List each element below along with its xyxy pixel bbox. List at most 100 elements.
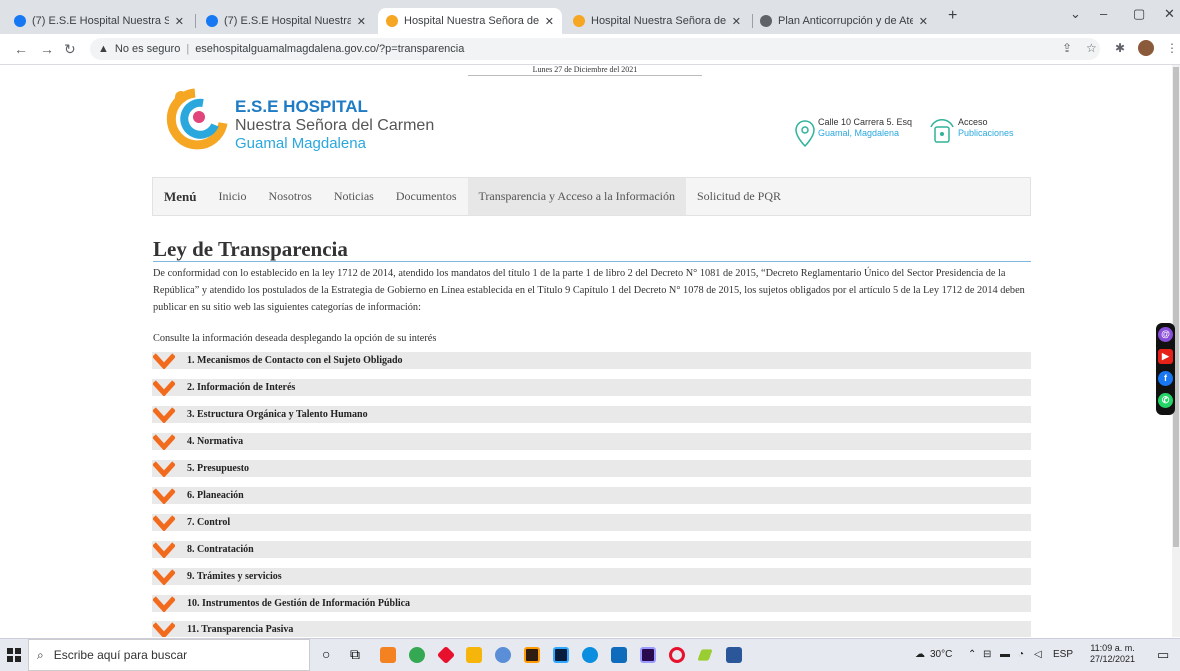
chevron-down-icon — [153, 569, 175, 585]
browser-tab[interactable]: Hospital Nuestra Señora del Carm ✕ — [378, 8, 562, 34]
back-icon[interactable]: ← — [14, 41, 28, 57]
word-icon[interactable] — [726, 647, 742, 663]
address-line2: Guamal, Magdalena — [818, 128, 900, 138]
tab-close-icon[interactable]: ✕ — [545, 15, 554, 28]
date-banner: Lunes 27 de Diciembre del 2021 — [468, 65, 702, 76]
weather-icon[interactable]: ☁ — [915, 649, 925, 660]
accordion-item[interactable]: 8. Contratación — [152, 541, 1031, 558]
accordion-item[interactable]: 3. Estructura Orgánica y Talento Humano — [152, 406, 1031, 423]
store-icon[interactable] — [611, 647, 627, 663]
address-bar[interactable]: ▲ No es seguro | esehospitalguamalmagdal… — [90, 38, 1100, 60]
notifications-icon[interactable]: ▭ — [1157, 647, 1169, 663]
menu-item[interactable]: Noticias — [323, 178, 385, 215]
network-icon[interactable]: ⊟ — [983, 649, 991, 660]
accordion-item[interactable]: 5. Presupuesto — [152, 460, 1031, 477]
hospital-logo[interactable]: E.S.E HOSPITAL Nuestra Señora del Carmen… — [165, 85, 465, 155]
security-label[interactable]: No es seguro — [115, 43, 180, 55]
social-floating-bar: @ ▶ f ✆ — [1156, 323, 1175, 415]
tab-close-icon[interactable]: ✕ — [175, 15, 184, 28]
windows-start-icon[interactable] — [7, 648, 21, 662]
app-icon-2[interactable] — [697, 649, 713, 661]
cortana-icon[interactable]: ○ — [322, 646, 338, 662]
tab-close-icon[interactable]: ✕ — [732, 15, 741, 28]
close-window-button[interactable]: ✕ — [1164, 6, 1175, 22]
url-text[interactable]: esehospitalguamalmagdalena.gov.co/?p=tra… — [195, 43, 464, 55]
chevron-down-icon — [153, 488, 175, 504]
wifi-icon[interactable]: ◔ — [1018, 649, 1024, 660]
chrome-icon[interactable] — [409, 647, 425, 663]
premiere-icon[interactable] — [640, 647, 656, 663]
accordion-item[interactable]: 1. Mecanismos de Contacto con el Sujeto … — [152, 352, 1031, 369]
accordion-item[interactable]: 9. Trámites y servicios — [152, 568, 1031, 585]
tab-favicon-icon — [760, 15, 772, 27]
scrollbar-thumb[interactable] — [1173, 67, 1179, 547]
illustrator-icon[interactable] — [524, 647, 540, 663]
browser-tab[interactable]: Hospital Nuestra Señora del Carm ✕ — [565, 8, 749, 34]
taskbar-search-box[interactable]: ⌕ Escribe aquí para buscar — [28, 639, 310, 671]
menu-item[interactable]: Documentos — [385, 178, 468, 215]
accordion-label: 1. Mecanismos de Contacto con el Sujeto … — [187, 355, 403, 366]
opera-icon[interactable] — [669, 647, 685, 663]
accordion-item[interactable]: 10. Instrumentos de Gestión de Informaci… — [152, 595, 1031, 612]
menu-item[interactable]: Solicitud de PQR — [686, 178, 792, 215]
tab-close-icon[interactable]: ✕ — [357, 15, 366, 28]
reload-icon[interactable]: ↻ — [64, 41, 76, 58]
new-tab-button[interactable]: + — [948, 7, 957, 25]
menu-item[interactable]: Nosotros — [258, 178, 323, 215]
forward-icon[interactable]: → — [40, 41, 54, 57]
browser-tab[interactable]: (7) E.S.E Hospital Nuestra Señora ✕ — [6, 8, 192, 34]
search-icon: ⌕ — [37, 647, 44, 662]
facebook-icon[interactable]: f — [1158, 371, 1173, 386]
taskbar-search-placeholder: Escribe aquí para buscar — [53, 648, 188, 662]
tab-close-icon[interactable]: ✕ — [919, 15, 928, 28]
location-pin-icon — [795, 120, 815, 148]
accordion-item[interactable]: 6. Planeación — [152, 487, 1031, 504]
warning-icon[interactable]: ▲ — [98, 43, 109, 55]
edge-icon[interactable] — [582, 647, 598, 663]
menu-item[interactable]: Inicio — [208, 178, 258, 215]
browser-tab[interactable]: (7) E.S.E Hospital Nuestra Señora ✕ — [198, 8, 374, 34]
accordion-item[interactable]: 7. Control — [152, 514, 1031, 531]
menu-item[interactable]: Transparencia y Acceso a la Información — [467, 178, 686, 215]
browser-tab[interactable]: Plan Anticorrupción y de Atenció ✕ — [752, 8, 936, 34]
photoshop-icon[interactable] — [553, 647, 569, 663]
logo-subtitle: Nuestra Señora del Carmen — [235, 117, 435, 134]
tab-title: Plan Anticorrupción y de Atenció — [778, 15, 913, 27]
title-divider — [153, 261, 1031, 262]
tab-strip: (7) E.S.E Hospital Nuestra Señora✕(7) E.… — [0, 0, 1180, 34]
tab-search-icon[interactable]: ⌄ — [1070, 6, 1081, 22]
vlc-icon[interactable] — [380, 647, 396, 663]
accordion-item[interactable]: 2. Información de Interés — [152, 379, 1031, 396]
tab-favicon-icon — [14, 15, 26, 27]
whatsapp-icon[interactable]: ✆ — [1158, 393, 1173, 408]
tab-title: Hospital Nuestra Señora del Carm — [404, 15, 539, 27]
anydesk-icon[interactable] — [436, 645, 456, 665]
consult-text: Consulte la información deseada desplega… — [153, 333, 437, 344]
accordion-item[interactable]: 4. Normativa — [152, 433, 1031, 450]
bookmark-star-icon[interactable]: ☆ — [1086, 41, 1097, 55]
task-view-icon[interactable]: ⧉ — [350, 646, 366, 662]
share-icon[interactable]: ⇪ — [1062, 41, 1072, 55]
weather-temp[interactable]: 30°C — [930, 649, 952, 660]
clock-date: 27/12/2021 — [1090, 654, 1136, 664]
profile-avatar[interactable] — [1138, 40, 1154, 56]
tray-chevron-icon[interactable]: ⌃ — [968, 649, 976, 660]
address-toolbar: ← → ↻ ▲ No es seguro | esehospitalguamal… — [0, 34, 1180, 65]
email-icon[interactable]: @ — [1158, 327, 1173, 342]
taskbar-clock[interactable]: 11:09 a. m. 27/12/2021 — [1090, 643, 1135, 665]
maximize-button[interactable]: ▢ — [1133, 6, 1145, 22]
file-explorer-icon[interactable] — [466, 647, 482, 663]
language-indicator[interactable]: ESP — [1053, 649, 1073, 660]
app-icon[interactable] — [495, 647, 511, 663]
battery-icon[interactable]: ▬ — [1000, 649, 1010, 660]
volume-icon[interactable]: ◁ — [1034, 649, 1042, 660]
minimize-button[interactable]: – — [1100, 6, 1107, 21]
chrome-menu-icon[interactable]: ⋮ — [1166, 41, 1178, 55]
access-publications-link[interactable]: Acceso Publicaciones — [958, 117, 1014, 139]
youtube-icon[interactable]: ▶ — [1158, 349, 1173, 364]
chevron-down-icon — [153, 434, 175, 450]
main-menu: Menú Inicio Nosotros Noticias Documentos Tran… — [152, 177, 1031, 216]
extensions-icon[interactable]: ✱ — [1115, 41, 1125, 55]
web-page: Lunes 27 de Diciembre del 2021 E.S.E HOS… — [0, 65, 1180, 637]
accordion-item[interactable]: 11. Transparencia Pasiva — [152, 621, 1031, 637]
